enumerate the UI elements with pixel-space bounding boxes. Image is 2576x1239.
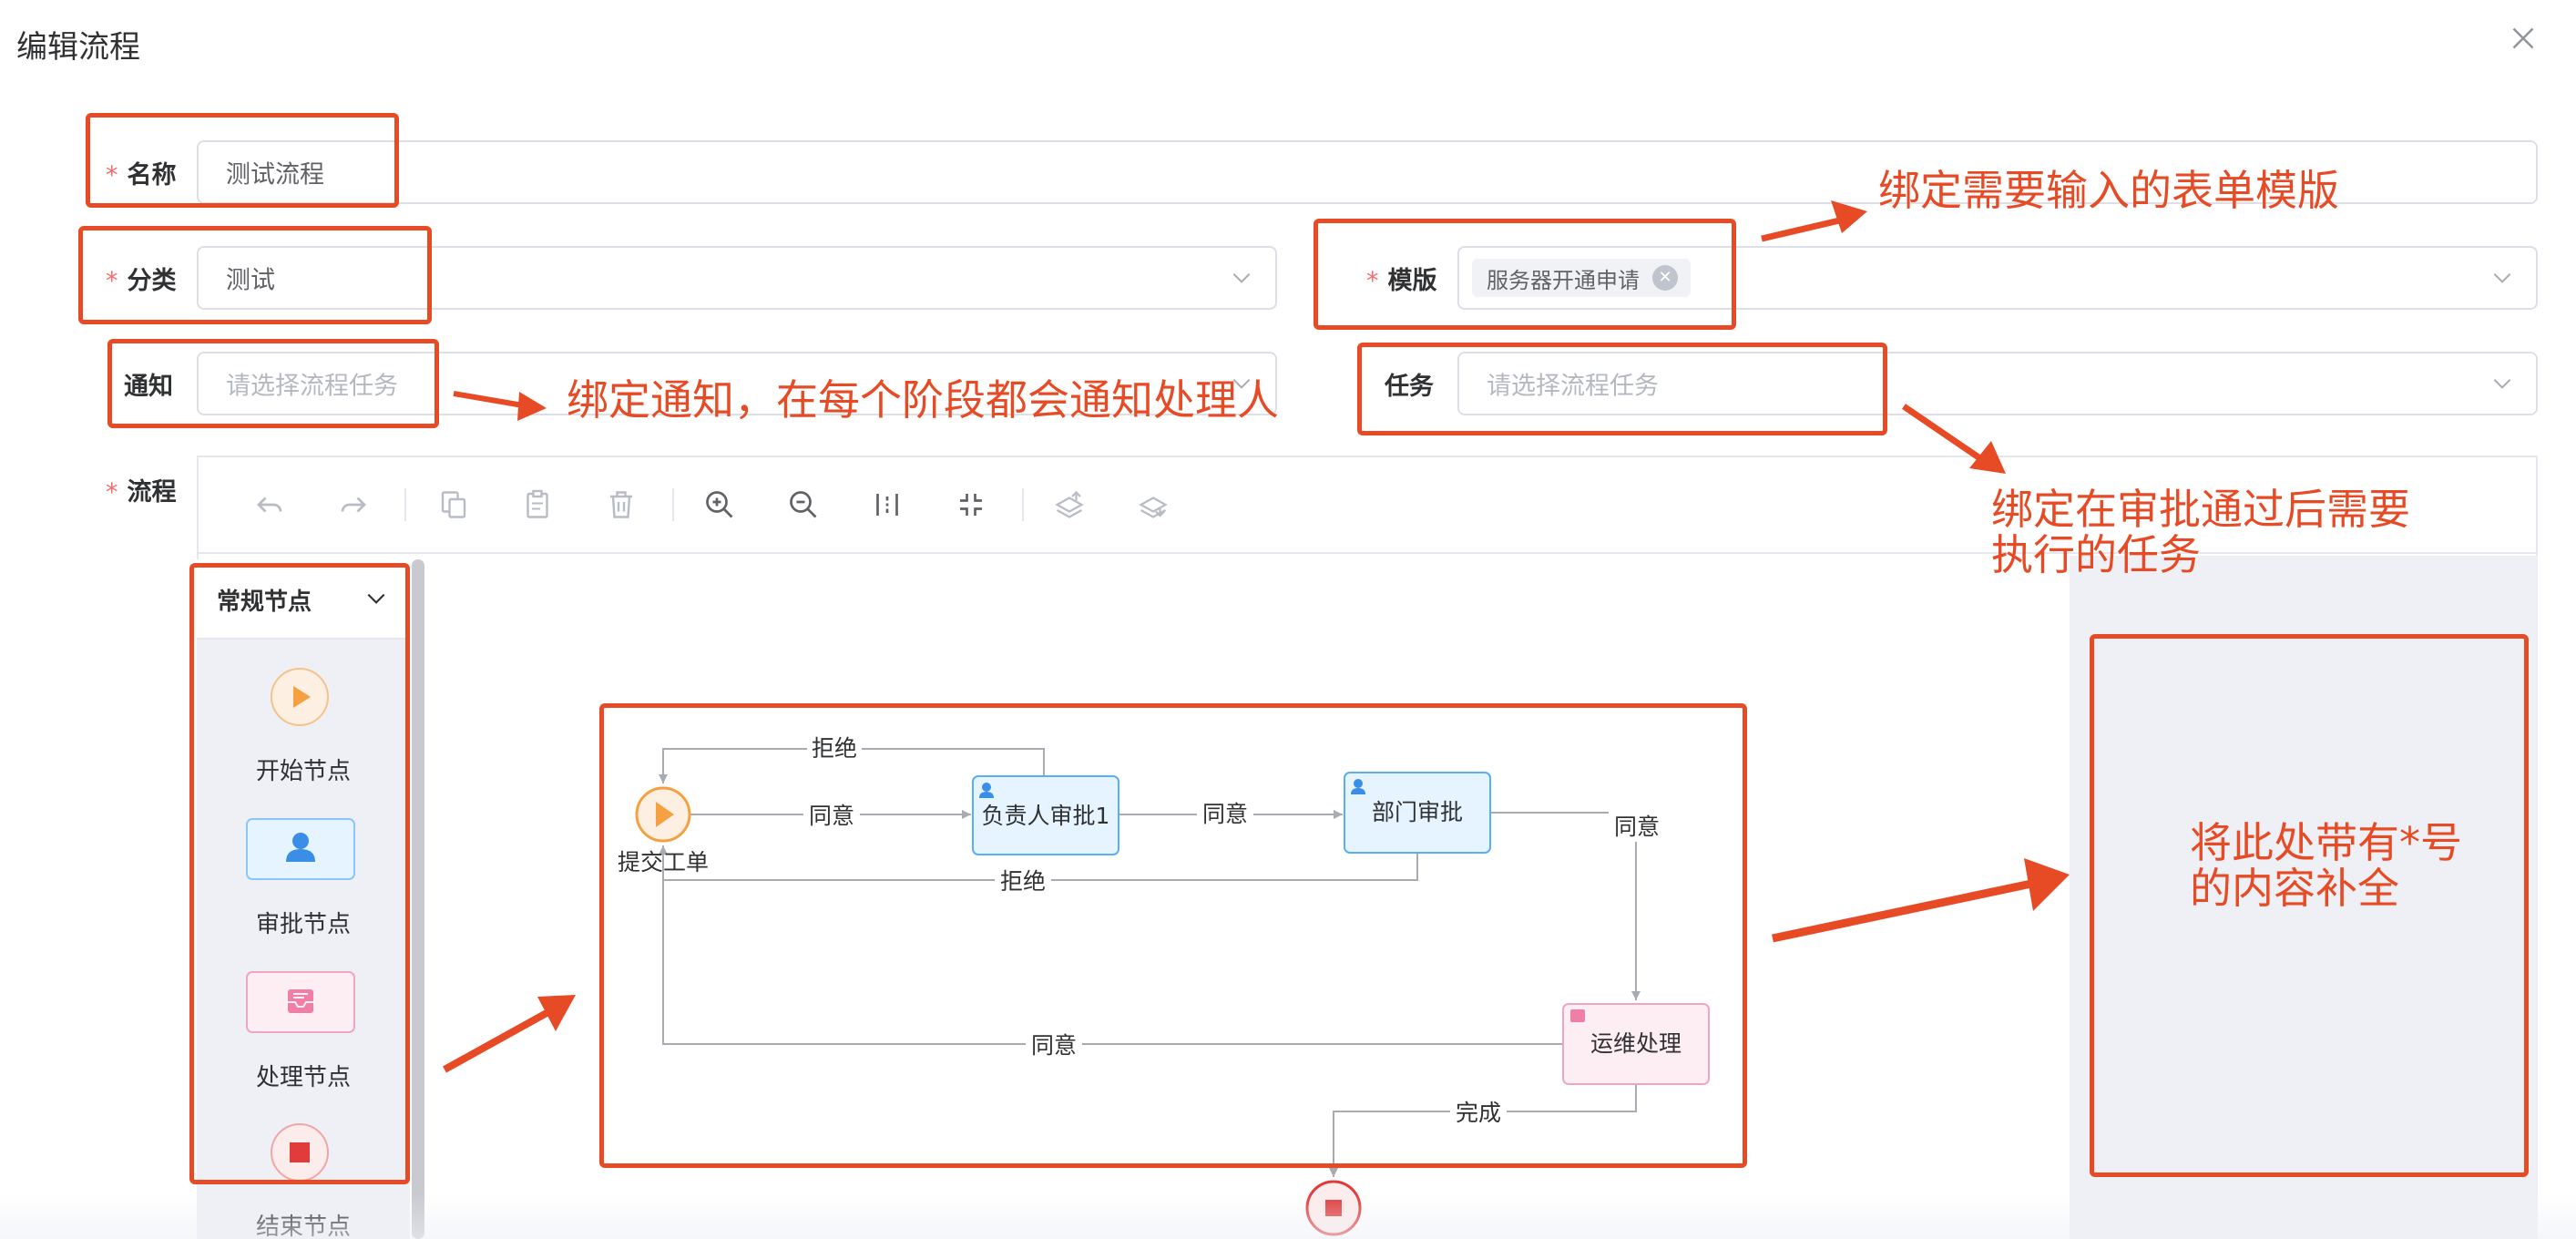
redo-icon[interactable]	[337, 488, 370, 521]
fit-icon[interactable]	[871, 488, 904, 521]
arrow-template	[1761, 215, 1848, 242]
close-icon[interactable]	[2507, 22, 2540, 55]
annotation-notify: 绑定通知，在每个阶段都会通知处理人	[567, 375, 1279, 425]
annotation-task-line2: 执行的任务	[1991, 530, 2201, 579]
zoom-out-icon[interactable]	[787, 488, 820, 521]
undo-icon[interactable]	[253, 488, 286, 521]
highlight-name	[86, 113, 399, 208]
highlight-palette	[189, 563, 410, 1184]
dialog-title: 编辑流程	[16, 29, 140, 66]
toolbar-divider	[404, 488, 406, 521]
highlight-flow	[599, 703, 1747, 1168]
annotation-props-line1: 将此处带有*号	[2190, 818, 2462, 867]
toolbar-divider	[1022, 488, 1024, 521]
to-front-icon[interactable]	[1053, 488, 1086, 521]
palette-scrollbar[interactable]	[412, 559, 424, 1239]
zoom-in-icon[interactable]	[703, 488, 736, 521]
annotation-task-line1: 绑定在审批通过后需要	[1991, 485, 2410, 534]
chevron-down-icon	[1232, 272, 1251, 283]
chevron-down-icon	[2493, 272, 2511, 283]
to-back-icon[interactable]	[1137, 488, 1170, 521]
toolbar-divider	[672, 488, 674, 521]
chevron-down-icon	[2493, 378, 2511, 389]
delete-icon[interactable]	[605, 488, 638, 521]
paste-icon[interactable]	[521, 488, 554, 521]
highlight-template	[1314, 219, 1736, 330]
actual-size-icon[interactable]	[955, 488, 987, 521]
annotation-props-line2: 的内容补全	[2190, 864, 2399, 913]
highlight-task	[1357, 343, 1887, 435]
palette-item-end[interactable]: 结束节点	[197, 1208, 410, 1239]
highlight-notify	[107, 339, 439, 428]
annotation-template: 绑定需要输入的表单模版	[1878, 166, 2339, 215]
flow-label: * 流程	[106, 478, 177, 507]
copy-icon[interactable]	[437, 488, 470, 521]
highlight-category	[78, 226, 432, 324]
